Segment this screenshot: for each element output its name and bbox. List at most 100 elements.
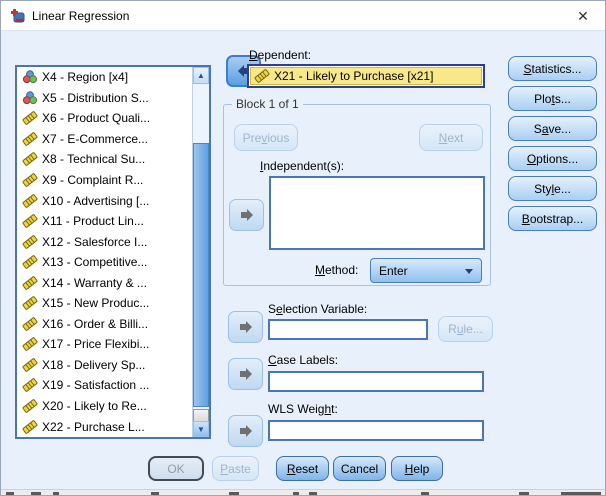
variable-label: X7 - E-Commerce... xyxy=(42,132,148,146)
scale-icon xyxy=(22,214,38,228)
independents-label: Independent(s): xyxy=(260,159,344,173)
list-item[interactable]: X5 - Distribution S... xyxy=(17,88,192,109)
paste-button[interactable]: Paste xyxy=(212,456,259,481)
list-item[interactable]: X20 - Likely to Re... xyxy=(17,396,192,417)
scale-icon xyxy=(22,420,38,434)
method-dropdown[interactable]: Enter xyxy=(370,258,482,283)
selection-variable-input[interactable] xyxy=(268,319,428,340)
list-item[interactable]: X8 - Technical Su... xyxy=(17,149,192,170)
scroll-up-icon[interactable]: ▲ xyxy=(193,67,209,84)
sliver-mark xyxy=(31,492,41,496)
sliver-mark xyxy=(561,492,601,496)
list-item[interactable]: X22 - Purchase L... xyxy=(17,416,192,437)
arrow-right-icon xyxy=(237,366,255,382)
nominal-icon xyxy=(22,91,38,105)
dependent-field[interactable]: X21 - Likely to Purchase [x21] xyxy=(247,64,485,88)
move-selection-variable-button[interactable] xyxy=(228,311,263,343)
scale-icon xyxy=(22,378,38,392)
close-icon[interactable]: ✕ xyxy=(571,5,595,27)
variable-label: X15 - New Produc... xyxy=(42,296,149,310)
variable-label: X6 - Product Quali... xyxy=(42,111,150,125)
scale-icon xyxy=(22,399,38,413)
ok-button[interactable]: OK xyxy=(148,456,204,481)
list-item[interactable]: X15 - New Produc... xyxy=(17,293,192,314)
list-item[interactable]: X10 - Advertising [... xyxy=(17,190,192,211)
dependent-variable[interactable]: X21 - Likely to Purchase [x21] xyxy=(250,67,482,85)
window-title: Linear Regression xyxy=(32,9,129,23)
bootstrap-button[interactable]: Bootstrap... xyxy=(508,206,597,231)
move-independent-button[interactable] xyxy=(229,199,264,231)
variable-label: X4 - Region [x4] xyxy=(42,70,128,84)
list-item[interactable]: X13 - Competitive... xyxy=(17,252,192,273)
sliver-mark xyxy=(53,492,59,496)
list-item[interactable]: X7 - E-Commerce... xyxy=(17,129,192,150)
arrow-right-icon xyxy=(237,319,255,335)
block-group-title: Block 1 of 1 xyxy=(232,97,303,111)
list-item[interactable]: X18 - Delivery Sp... xyxy=(17,355,192,376)
variable-list[interactable]: X4 - Region [x4] X5 - Distribution S... … xyxy=(15,65,211,439)
scrollbar-thumb[interactable] xyxy=(193,143,209,407)
wls-weight-label: WLS Weight: xyxy=(268,402,338,416)
dependent-label: Dependent: xyxy=(249,48,311,62)
scale-icon xyxy=(22,337,38,351)
list-item[interactable]: X4 - Region [x4] xyxy=(17,67,192,88)
statistics-button[interactable]: Statistics... xyxy=(508,56,597,81)
scale-icon xyxy=(22,132,38,146)
cancel-button[interactable]: Cancel xyxy=(333,456,386,481)
case-labels-input[interactable] xyxy=(268,371,484,392)
scale-icon xyxy=(22,358,38,372)
list-item[interactable]: X11 - Product Lin... xyxy=(17,211,192,232)
title-bar[interactable]: Linear Regression ✕ xyxy=(1,1,605,31)
variable-label: X13 - Competitive... xyxy=(42,255,147,269)
list-item[interactable]: X19 - Satisfaction ... xyxy=(17,375,192,396)
style-button[interactable]: Style... xyxy=(508,176,597,201)
rule-button[interactable]: Rule... xyxy=(438,316,493,342)
list-item[interactable]: X9 - Complaint R... xyxy=(17,170,192,191)
variable-label: X10 - Advertising [... xyxy=(42,194,149,208)
linear-regression-dialog: Linear Regression ✕ X4 - Region [x4] X5 … xyxy=(0,0,606,496)
scale-icon xyxy=(22,276,38,290)
save-button[interactable]: Save... xyxy=(508,116,597,141)
sliver-mark xyxy=(519,492,529,496)
list-item[interactable]: X17 - Price Flexibi... xyxy=(17,334,192,355)
scale-icon xyxy=(22,173,38,187)
scale-icon xyxy=(22,152,38,166)
move-case-labels-button[interactable] xyxy=(228,358,263,390)
scale-icon xyxy=(22,111,38,125)
previous-button[interactable]: Previous xyxy=(234,124,298,151)
scale-icon xyxy=(22,317,38,331)
nominal-icon xyxy=(22,70,38,84)
reset-button[interactable]: Reset xyxy=(276,456,329,481)
variable-label: X14 - Warranty & ... xyxy=(42,276,147,290)
independents-list[interactable] xyxy=(269,176,485,250)
next-button[interactable]: Next xyxy=(419,124,483,151)
list-item[interactable]: X14 - Warranty & ... xyxy=(17,272,192,293)
scale-icon xyxy=(22,194,38,208)
list-item[interactable]: X12 - Salesforce I... xyxy=(17,231,192,252)
dependent-variable-label: X21 - Likely to Purchase [x21] xyxy=(274,69,433,83)
scale-icon xyxy=(22,296,38,310)
scrollbar[interactable]: ▲ ▼ xyxy=(192,67,209,437)
selection-variable-label: Selection Variable: xyxy=(268,302,367,316)
arrow-right-icon xyxy=(237,423,255,439)
variable-label: X18 - Delivery Sp... xyxy=(42,358,145,372)
sliver-mark xyxy=(309,492,317,496)
sliver-mark xyxy=(229,492,239,496)
variable-label: X17 - Price Flexibi... xyxy=(42,337,149,351)
list-item[interactable]: X16 - Order & Billi... xyxy=(17,314,192,335)
variable-label: X11 - Product Lin... xyxy=(42,214,144,228)
wls-weight-input[interactable] xyxy=(268,420,484,441)
scroll-down-icon[interactable]: ▼ xyxy=(193,421,209,437)
variable-list-items[interactable]: X4 - Region [x4] X5 - Distribution S... … xyxy=(17,67,192,437)
variable-label: X8 - Technical Su... xyxy=(42,152,145,166)
case-labels-label: Case Labels: xyxy=(268,353,338,367)
background-window-sliver xyxy=(1,489,605,496)
scale-icon xyxy=(22,255,38,269)
move-wls-weight-button[interactable] xyxy=(228,415,263,447)
plots-button[interactable]: Plots... xyxy=(508,86,597,111)
help-button[interactable]: Help xyxy=(391,456,443,481)
sliver-mark xyxy=(293,492,299,496)
arrow-right-icon xyxy=(238,207,256,223)
list-item[interactable]: X6 - Product Quali... xyxy=(17,108,192,129)
options-button[interactable]: Options... xyxy=(508,146,597,171)
